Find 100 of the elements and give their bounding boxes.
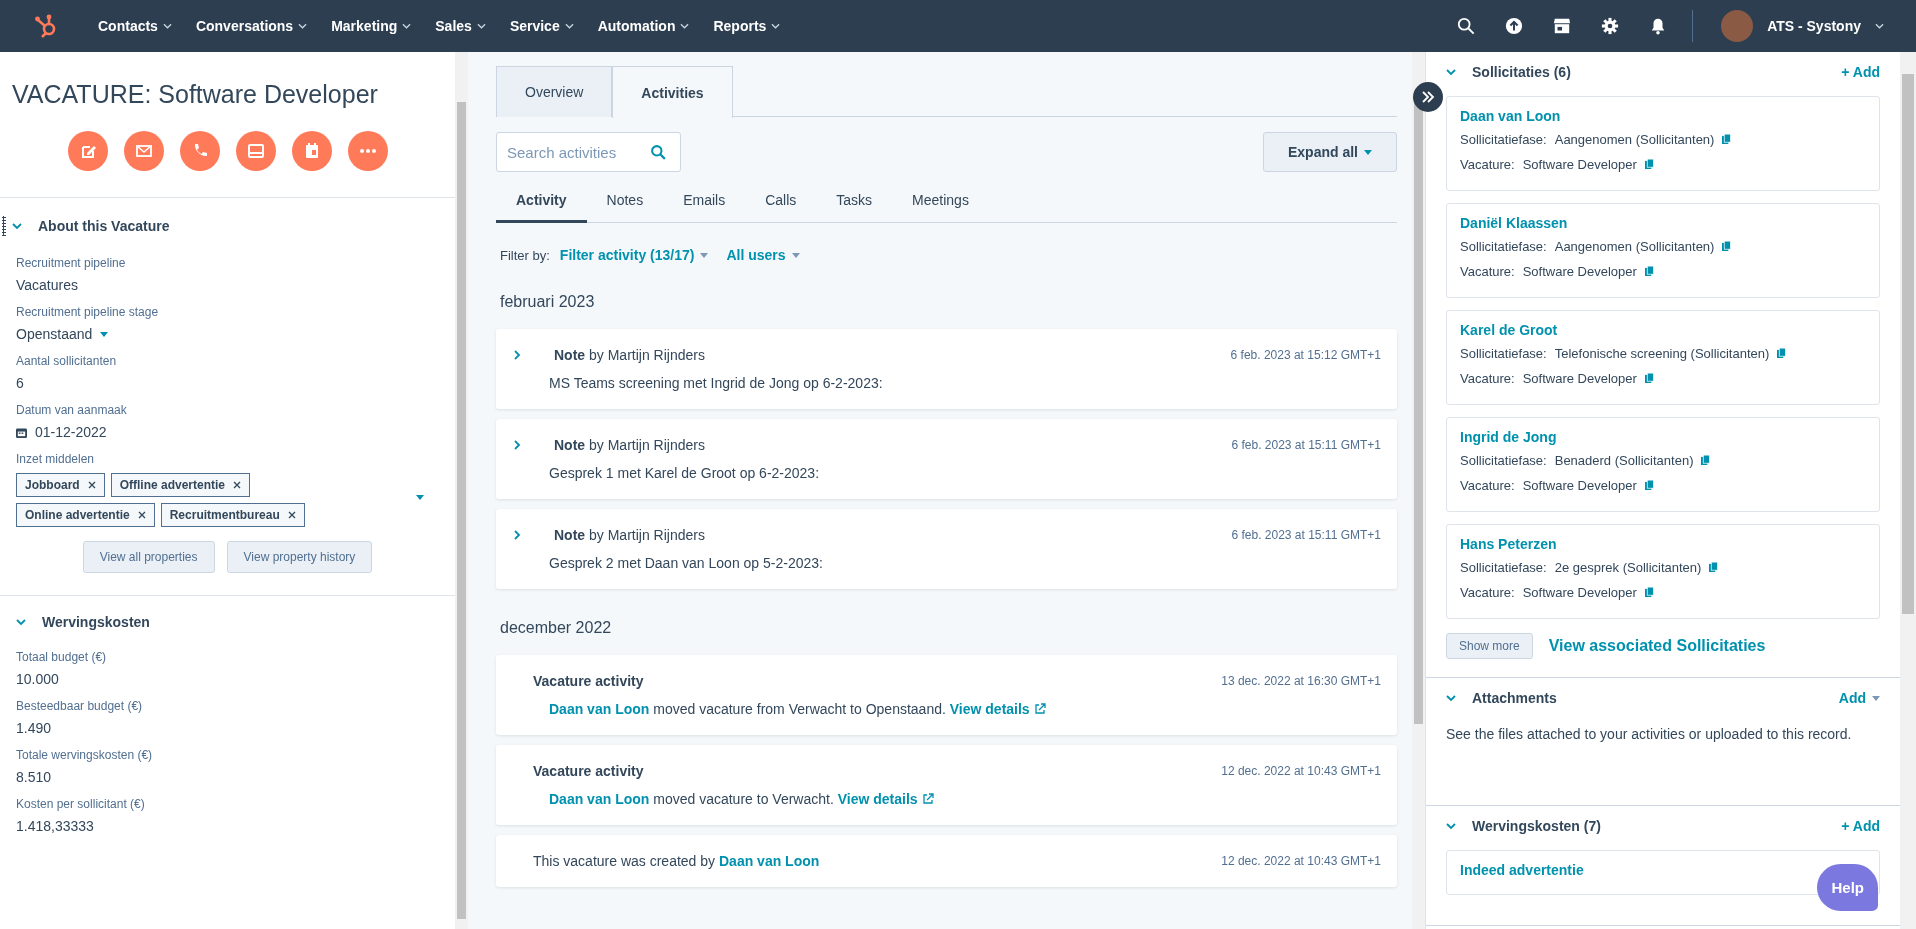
field-label: Sollicitatiefase: (1460, 239, 1547, 254)
scrollbar[interactable] (1900, 52, 1916, 929)
expand-sidebar-button[interactable] (1413, 82, 1443, 112)
copy-icon[interactable] (1644, 159, 1654, 170)
filter-tab[interactable]: Emails (663, 182, 746, 223)
chevron-icon[interactable] (16, 617, 26, 627)
close-icon[interactable] (233, 481, 242, 489)
copy-icon[interactable] (1644, 373, 1654, 384)
nav-menu-item[interactable]: Conversations (185, 12, 318, 40)
user-link[interactable]: Daan van Loon (549, 791, 650, 807)
property-button[interactable]: View property history (226, 541, 373, 573)
month-heading: december 2022 (500, 619, 613, 637)
copy-icon[interactable] (1701, 455, 1711, 466)
field-value: Benaderd (Sollicitanten) (1554, 453, 1694, 468)
field-label: Vacature: (1460, 478, 1515, 493)
details-link[interactable]: View details (949, 701, 1046, 717)
copy-icon[interactable] (1644, 480, 1654, 491)
chevron-icon[interactable] (12, 221, 22, 231)
record-link[interactable]: Hans Peterzen (1460, 536, 1557, 552)
caret-icon (791, 252, 800, 258)
drag-handle[interactable] (2, 216, 6, 236)
caret-icon (680, 23, 690, 29)
nav-menu-item[interactable]: Contacts (88, 12, 182, 40)
filter-dropdown[interactable]: Filter activity (13/17) (559, 247, 717, 263)
show-more-button[interactable]: Show more (1446, 633, 1533, 659)
external-link-icon[interactable] (1033, 703, 1046, 715)
field-label: Sollicitatiefase: (1460, 453, 1547, 468)
record-link[interactable]: Ingrid de Jong (1460, 429, 1557, 445)
meeting-action-button[interactable] (291, 131, 332, 171)
property-label: Recruitment pipeline (16, 256, 127, 270)
add-button[interactable]: Add (1838, 690, 1880, 706)
record-link[interactable]: Karel de Groot (1460, 322, 1558, 338)
caret-icon (564, 23, 574, 29)
copy-icon[interactable] (1777, 348, 1787, 359)
help-button[interactable]: Help (1817, 864, 1878, 911)
expand-all-button[interactable]: Expand all (1262, 132, 1397, 172)
add-button[interactable]: + Add (1841, 64, 1880, 80)
nav-menu-item[interactable]: Reports (703, 12, 791, 40)
double-chevron-icon[interactable] (1421, 91, 1435, 103)
record-link[interactable]: Daan van Loon (1460, 108, 1561, 124)
property-value[interactable]: Openstaand (16, 326, 93, 342)
tab[interactable]: Activities (612, 66, 733, 118)
scrollbar[interactable] (455, 52, 468, 929)
storefront-icon[interactable] (1553, 17, 1572, 35)
filter-tab[interactable]: Notes (586, 182, 664, 223)
filter-tab[interactable]: Meetings (892, 182, 989, 223)
copy-icon[interactable] (1722, 241, 1732, 252)
nav-menu-item[interactable]: Marketing (321, 12, 422, 40)
filter-dropdown[interactable]: All users (726, 247, 808, 263)
caret-icon (476, 23, 486, 29)
property-button[interactable]: View all properties (82, 541, 215, 573)
scrollbar[interactable] (1412, 52, 1425, 929)
chevron-icon[interactable] (1446, 693, 1456, 703)
copy-icon[interactable] (1644, 266, 1654, 277)
task-action-button[interactable] (235, 131, 276, 171)
field-label: Sollicitatiefase: (1460, 346, 1547, 361)
view-associated-link[interactable]: View associated Sollicitaties (1548, 637, 1766, 655)
nav-menu-item[interactable]: Service (499, 12, 584, 40)
filter-tab[interactable]: Tasks (816, 182, 893, 223)
search-field[interactable]: Search activities (496, 132, 681, 172)
chevron-icon[interactable] (1446, 821, 1456, 832)
close-icon[interactable] (137, 511, 146, 519)
field-value: 2e gesprek (Sollicitanten) (1554, 560, 1702, 575)
filter-tab[interactable]: Activity (496, 182, 587, 223)
caret-icon (416, 495, 424, 500)
chevron-icon[interactable] (512, 350, 522, 360)
user-link[interactable]: Daan van Loon (549, 701, 650, 717)
email-action-button[interactable] (123, 131, 164, 171)
nav-menu-item[interactable]: Automation (587, 12, 700, 40)
chevron-icon[interactable] (512, 530, 522, 540)
activity-text: This vacature was created by Daan van Loon (533, 853, 820, 869)
filter-tab[interactable]: Calls (745, 182, 817, 223)
more-action-button[interactable] (347, 131, 388, 171)
copy-icon[interactable] (1709, 562, 1719, 573)
note-header: Note by Martijn Rijnders (554, 437, 706, 453)
account-menu[interactable]: ATS - Systony (1715, 9, 1890, 43)
nav-menu-item[interactable]: Sales (425, 12, 496, 40)
external-link-icon[interactable] (921, 793, 934, 805)
sprocket-logo[interactable] (34, 13, 58, 39)
close-icon[interactable] (287, 511, 296, 519)
record-link[interactable]: Daniël Klaassen (1460, 215, 1568, 231)
caret-icon (1872, 695, 1880, 701)
property-label: Totale wervingskosten (€) (16, 748, 154, 762)
add-button[interactable]: + Add (1841, 818, 1880, 835)
copy-icon[interactable] (1644, 587, 1654, 598)
copy-icon[interactable] (1722, 134, 1732, 145)
search-icon[interactable] (1457, 17, 1476, 35)
user-link[interactable]: Daan van Loon (719, 853, 820, 869)
note-action-button[interactable] (67, 131, 108, 171)
timestamp: 6 feb. 2023 at 15:11 GMT+1 (1231, 528, 1381, 542)
close-icon[interactable] (87, 481, 96, 489)
tab[interactable]: Overview (496, 66, 613, 117)
caret-icon (700, 252, 709, 258)
chevron-icon[interactable] (1446, 67, 1456, 77)
field-value: Software Developer (1522, 264, 1637, 279)
details-link[interactable]: View details (837, 791, 934, 807)
record-link[interactable]: Indeed advertentie (1460, 862, 1584, 879)
settings-icon[interactable] (1601, 17, 1620, 35)
chevron-icon[interactable] (512, 440, 522, 450)
call-action-button[interactable] (179, 131, 220, 171)
